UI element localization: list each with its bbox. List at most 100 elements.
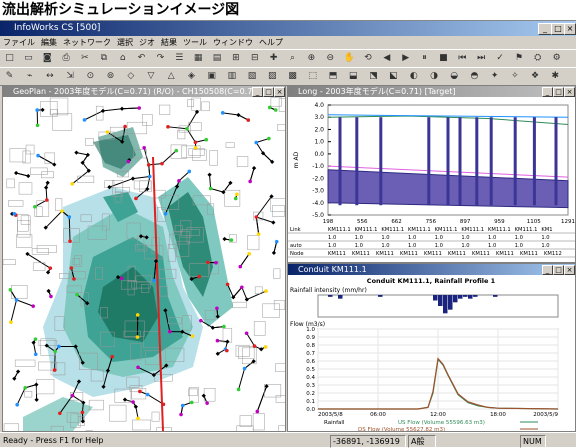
secondary-tool-13-icon[interactable]: ▨ [267, 71, 278, 82]
network-node[interactable] [15, 403, 19, 407]
network-node[interactable] [75, 293, 79, 297]
main-tool-8-icon[interactable]: ↷ [155, 53, 166, 64]
network-node[interactable] [147, 163, 151, 167]
menu-item-6[interactable]: ツール [180, 36, 210, 49]
network-node[interactable] [49, 266, 53, 270]
secondary-tool-20-icon[interactable]: ◐ [408, 71, 419, 82]
network-node[interactable] [136, 335, 140, 339]
network-node[interactable] [257, 232, 261, 236]
network-node[interactable] [214, 261, 218, 265]
main-tool-16-icon[interactable]: ⊕ [306, 53, 317, 64]
network-node[interactable] [221, 111, 225, 115]
network-node[interactable] [222, 325, 226, 329]
secondary-tool-26-icon[interactable]: ❖ [530, 71, 541, 82]
network-node[interactable] [264, 345, 268, 349]
network-node[interactable] [35, 108, 39, 112]
network-node[interactable] [68, 239, 72, 243]
secondary-tool-7-icon[interactable]: ▽ [146, 71, 157, 82]
network-node[interactable] [71, 394, 75, 398]
network-node[interactable] [45, 198, 49, 202]
secondary-tool-24-icon[interactable]: ✦ [489, 71, 500, 82]
network-node[interactable] [136, 417, 140, 421]
network-node[interactable] [185, 127, 189, 131]
geoplan-window[interactable]: GeoPlan - 2003年度モデル(C=0.71) (R/O) - CH15… [2, 85, 286, 432]
network-node[interactable] [234, 197, 238, 201]
main-tool-5-icon[interactable]: ⧉ [98, 53, 109, 64]
network-node[interactable] [15, 298, 19, 302]
network-node[interactable] [194, 140, 198, 144]
network-node[interactable] [34, 352, 38, 356]
main-tool-22-icon[interactable]: ⏸ [419, 53, 430, 64]
secondary-tool-1-icon[interactable]: ⌁ [24, 71, 35, 82]
network-node[interactable] [36, 154, 40, 158]
network-node[interactable] [235, 193, 239, 197]
long-section-window[interactable]: Long - 2003年度モデル(C=0.71) [Target] _ □ × … [287, 85, 576, 263]
maximize-button[interactable]: □ [551, 23, 565, 35]
secondary-tool-3-icon[interactable]: ⇲ [65, 71, 76, 82]
secondary-tool-5-icon[interactable]: ⊚ [105, 71, 116, 82]
secondary-tool-27-icon[interactable]: ✱ [550, 71, 561, 82]
secondary-tool-19-icon[interactable]: ⬕ [388, 71, 399, 82]
network-node[interactable] [142, 146, 146, 150]
network-node[interactable] [205, 401, 209, 405]
network-node[interactable] [70, 266, 74, 270]
network-node[interactable] [209, 187, 213, 191]
network-node[interactable] [181, 404, 185, 408]
network-node[interactable] [123, 125, 127, 129]
network-node[interactable] [245, 331, 249, 335]
network-node[interactable] [268, 106, 272, 110]
network-node[interactable] [191, 334, 195, 338]
geoplan-minimize-button[interactable]: _ [252, 87, 263, 97]
long-close-button[interactable]: × [564, 87, 575, 97]
minimize-button[interactable]: _ [538, 23, 552, 35]
network-node[interactable] [164, 212, 168, 216]
main-tool-13-icon[interactable]: ⊟ [249, 53, 260, 64]
network-node[interactable] [199, 319, 203, 323]
main-tool-26-icon[interactable]: ✓ [495, 53, 506, 64]
network-node[interactable] [264, 289, 268, 293]
network-node[interactable] [131, 400, 135, 404]
network-node[interactable] [137, 106, 141, 110]
network-node[interactable] [106, 130, 110, 134]
main-tool-6-icon[interactable]: ⌂ [117, 53, 128, 64]
network-node[interactable] [255, 215, 259, 219]
network-node[interactable] [53, 368, 57, 372]
main-tool-15-icon[interactable]: ⌕ [287, 53, 298, 64]
network-node[interactable] [134, 197, 138, 201]
main-tool-3-icon[interactable]: ⎙ [61, 53, 72, 64]
main-tool-17-icon[interactable]: ⊖ [325, 53, 336, 64]
menu-item-2[interactable]: ネットワーク [60, 36, 114, 49]
network-node[interactable] [23, 386, 27, 390]
network-node[interactable] [146, 393, 150, 397]
network-node[interactable] [57, 345, 61, 349]
network-node[interactable] [216, 339, 220, 343]
network-node[interactable] [247, 252, 251, 256]
network-node[interactable] [160, 162, 164, 166]
main-tool-19-icon[interactable]: ⟲ [362, 53, 373, 64]
network-node[interactable] [120, 277, 124, 281]
ime-indicator[interactable]: A般 [408, 435, 436, 448]
network-node[interactable] [136, 366, 140, 370]
main-tool-25-icon[interactable]: ⏭ [476, 53, 487, 64]
network-node[interactable] [9, 288, 13, 292]
menu-item-4[interactable]: ジオ [136, 36, 158, 49]
network-node[interactable] [110, 355, 114, 359]
network-node[interactable] [31, 304, 35, 308]
network-node[interactable] [71, 182, 75, 186]
conduit-window[interactable]: Conduit KM111.1 _ □ × Conduit KM111.1, R… [287, 263, 576, 432]
main-tool-27-icon[interactable]: ⚑ [513, 53, 524, 64]
secondary-tool-0-icon[interactable]: ✎ [4, 71, 15, 82]
network-node[interactable] [138, 390, 142, 394]
secondary-tool-12-icon[interactable]: ▧ [247, 71, 258, 82]
main-tool-20-icon[interactable]: ◀ [381, 53, 392, 64]
network-node[interactable] [243, 367, 247, 371]
long-minimize-button[interactable]: _ [542, 87, 553, 97]
main-tool-29-icon[interactable]: ⚙ [551, 53, 562, 64]
secondary-tool-9-icon[interactable]: ◈ [186, 71, 197, 82]
network-node[interactable] [34, 337, 38, 341]
secondary-tool-10-icon[interactable]: ▣ [206, 71, 217, 82]
network-node[interactable] [81, 411, 85, 415]
network-node[interactable] [267, 137, 271, 141]
network-node[interactable] [274, 108, 278, 112]
network-node[interactable] [179, 413, 183, 417]
